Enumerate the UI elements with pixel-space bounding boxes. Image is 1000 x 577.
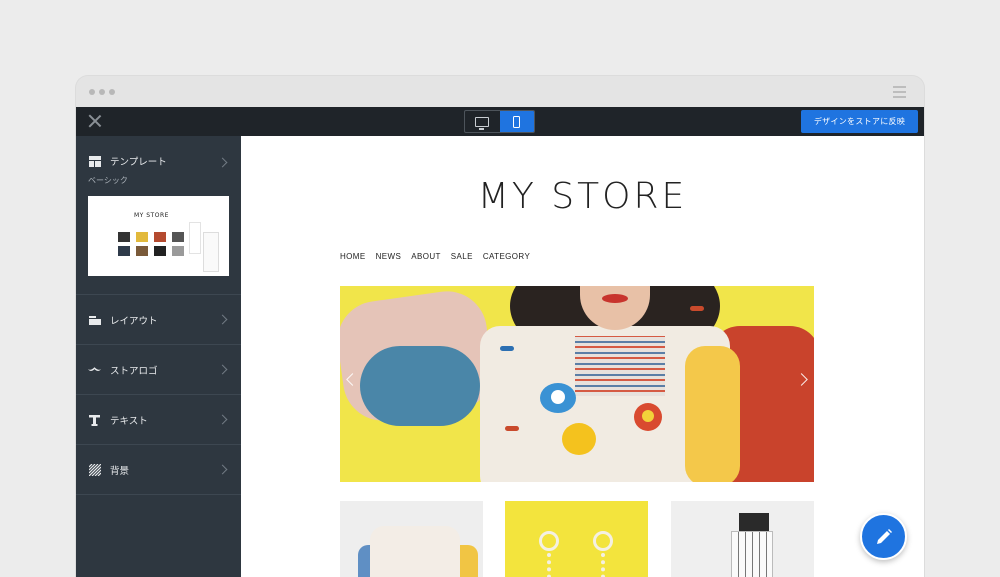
desktop-view-button[interactable] (465, 111, 500, 132)
template-icon (88, 155, 101, 167)
mobile-view-button[interactable] (499, 111, 534, 132)
sidebar-item-store-logo[interactable]: ストアロゴ (76, 345, 241, 395)
nav-link-home[interactable]: HOME (340, 252, 366, 261)
menu-icon[interactable] (893, 86, 906, 101)
nav-link-sale[interactable]: SALE (451, 252, 473, 261)
nav-link-about[interactable]: ABOUT (411, 252, 441, 261)
sidebar-item-background[interactable]: 背景 (76, 445, 241, 495)
store-title[interactable]: MY STORE (241, 176, 924, 217)
sidebar-item-label: 背景 (110, 466, 130, 477)
thumb-store-title: MY STORE (134, 212, 169, 219)
product-thumbnail[interactable] (340, 501, 483, 577)
product-thumbnail[interactable] (505, 501, 648, 577)
text-t-icon (88, 414, 101, 426)
editor-topbar: デザインをストアに反映 (76, 107, 924, 136)
design-sidebar: テンプレート ベーシック MY STORE レイアウト ストアロゴ テキスト 背… (76, 136, 241, 577)
store-preview-canvas: MY STORE HOME NEWS ABOUT SALE CATEGORY (241, 136, 924, 577)
nav-link-category[interactable]: CATEGORY (483, 252, 530, 261)
hero-slideshow-image[interactable] (340, 286, 814, 482)
desktop-icon (475, 116, 490, 130)
layout-icon (88, 314, 101, 326)
browser-window: デザインをストアに反映 テンプレート ベーシック MY STORE レイアウト … (76, 76, 924, 577)
sidebar-item-template[interactable]: テンプレート ベーシック MY STORE (76, 136, 241, 295)
close-icon[interactable] (88, 114, 102, 128)
device-toggle (464, 110, 535, 133)
nav-link-news[interactable]: NEWS (376, 252, 402, 261)
thumb-product-grid (118, 232, 184, 256)
sidebar-item-label: ストアロゴ (110, 366, 158, 377)
background-stripes-icon (88, 464, 101, 476)
browser-chrome (76, 76, 924, 107)
sidebar-item-text[interactable]: テキスト (76, 395, 241, 445)
apply-design-button[interactable]: デザインをストアに反映 (801, 110, 918, 133)
store-navigation: HOME NEWS ABOUT SALE CATEGORY (340, 252, 530, 261)
mobile-icon (513, 115, 521, 128)
sidebar-item-label: レイアウト (110, 316, 158, 327)
thumb-phone (203, 232, 219, 272)
product-thumbnail[interactable] (671, 501, 814, 577)
sidebar-item-layout[interactable]: レイアウト (76, 295, 241, 345)
pencil-icon (876, 528, 892, 544)
window-dots (89, 89, 115, 95)
template-thumbnail[interactable]: MY STORE (88, 196, 229, 276)
sidebar-item-label: テキスト (110, 416, 148, 427)
thumb-phone-back (189, 222, 201, 254)
edit-pencil-button[interactable] (860, 513, 907, 560)
current-template-name: ベーシック (88, 176, 128, 185)
sidebar-item-label: テンプレート (110, 157, 167, 168)
mustache-logo-icon (88, 364, 101, 376)
